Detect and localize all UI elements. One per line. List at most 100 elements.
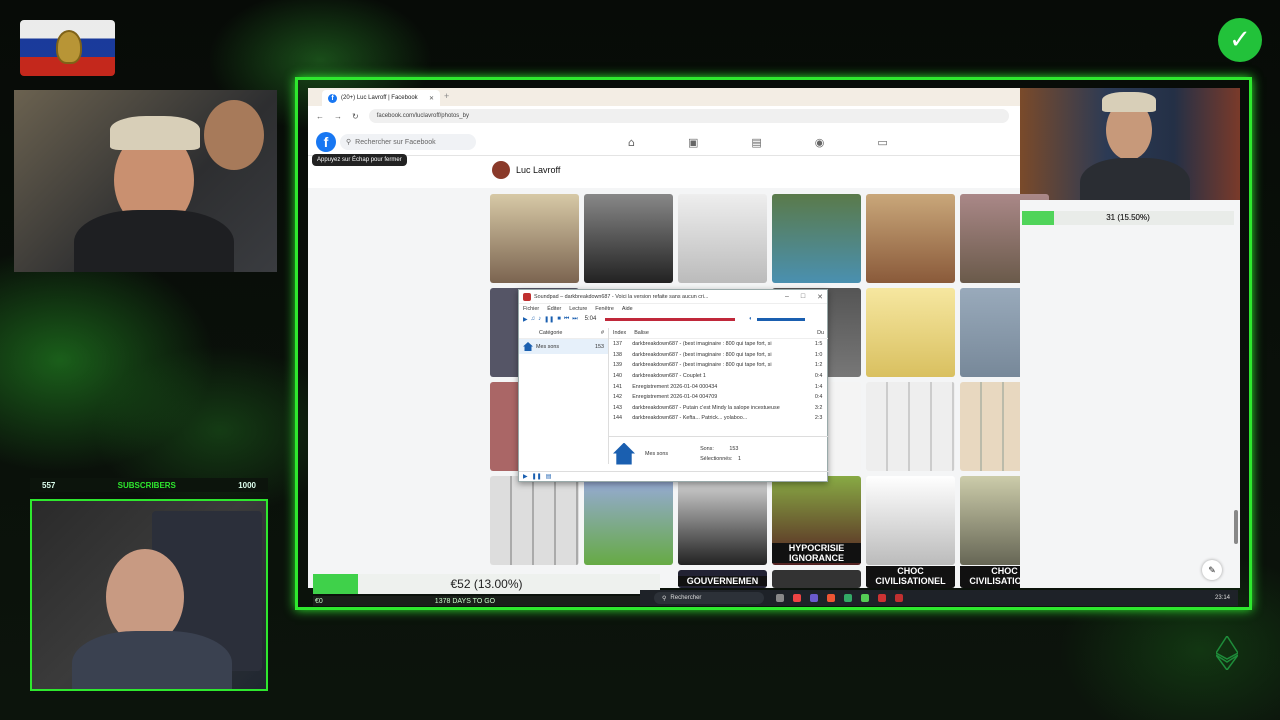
row-duration: 0:4 bbox=[814, 394, 823, 401]
row-name: darkbreakdown687 - Putain c'est Mindy la… bbox=[632, 404, 780, 411]
pause-icon[interactable]: ❚❚ bbox=[532, 473, 542, 480]
soundpad-window: Soundpad – darkbreakdown687 - Voici la v… bbox=[518, 289, 829, 482]
photo-caption: GOUVERNEMEN bbox=[678, 576, 767, 586]
photo-tile[interactable] bbox=[772, 194, 861, 283]
menu-window[interactable]: Fenêtre bbox=[595, 306, 614, 312]
menu-playback[interactable]: Lecture bbox=[569, 306, 587, 312]
photo-caption: CHOC CIVILISATIONEL bbox=[866, 566, 955, 586]
list-icon[interactable]: ▤ bbox=[546, 473, 552, 480]
scrollbar[interactable] bbox=[1234, 510, 1238, 544]
list-item[interactable]: 144 darkbreakdown687 - Kefta... Patrick..… bbox=[609, 413, 828, 424]
play-icon[interactable]: ▶ bbox=[523, 316, 528, 323]
app-icon[interactable] bbox=[844, 594, 852, 602]
windows-taskbar: ⚲ Rechercher 23:14 bbox=[640, 590, 1238, 606]
profile-name[interactable]: Luc Lavroff bbox=[516, 165, 560, 175]
category-item-mes-sons[interactable]: Mes sons 153 bbox=[519, 339, 608, 354]
maximize-icon[interactable]: □ bbox=[801, 293, 805, 301]
edit-icon[interactable]: ✎ bbox=[1202, 560, 1222, 580]
headphones-icon[interactable]: ♫ bbox=[531, 316, 536, 322]
category-name: Mes sons bbox=[536, 343, 560, 350]
webcam-guest-top-left bbox=[14, 90, 277, 272]
facebook-favicon-icon: f bbox=[328, 93, 337, 103]
photo-tile[interactable] bbox=[866, 288, 955, 377]
mic-icon[interactable]: ♪ bbox=[538, 316, 541, 322]
file-explorer-icon[interactable] bbox=[776, 594, 784, 602]
list-item[interactable]: 141 Enregistrement 2026-01-04 000434 1:4 bbox=[609, 381, 828, 392]
photo-tile[interactable] bbox=[584, 476, 673, 565]
soundpad-title: Soundpad – darkbreakdown687 - Voici la v… bbox=[534, 293, 709, 300]
address-input[interactable]: facebook.com/luclavroff/photos_by bbox=[368, 109, 1009, 123]
info-category-name: Mes sons bbox=[645, 450, 669, 457]
donation-goal-text: €52 (13.00%) bbox=[450, 577, 523, 591]
stop-icon[interactable]: ■ bbox=[557, 316, 561, 322]
facebook-navbar: f ⚲ Rechercher sur Facebook ⌂ ▣ ▤ ◉ ▭ bbox=[308, 128, 1020, 156]
brave-icon[interactable] bbox=[793, 594, 801, 602]
taskbar-search[interactable]: ⚲ Rechercher bbox=[654, 592, 764, 604]
previous-icon[interactable]: ⏮ bbox=[564, 316, 569, 323]
home-icon[interactable]: ⌂ bbox=[628, 136, 635, 149]
info-sounds-value: 153 bbox=[729, 445, 739, 452]
photo-tile[interactable]: HYPOCRISIE IGNORANCE bbox=[772, 476, 861, 565]
photo-tile[interactable] bbox=[490, 476, 579, 565]
photo-caption: HYPOCRISIE IGNORANCE bbox=[772, 543, 861, 563]
menu-edit[interactable]: Éditer bbox=[547, 306, 561, 312]
video-icon[interactable]: ▣ bbox=[688, 136, 698, 149]
list-item[interactable]: 138 darkbreakdown687 - (best imaginaire :… bbox=[609, 350, 828, 361]
soundpad-logo-icon bbox=[523, 292, 531, 301]
new-tab-icon[interactable]: + bbox=[444, 91, 449, 101]
play-icon[interactable]: ▶ bbox=[523, 473, 528, 480]
facebook-logo-icon[interactable]: f bbox=[316, 132, 336, 152]
close-icon[interactable]: ✕ bbox=[817, 293, 823, 301]
subscriber-goal-bar: 557 SUBSCRIBERS 1000 bbox=[30, 478, 268, 492]
reload-icon[interactable]: ↻ bbox=[352, 112, 359, 121]
playback-progress[interactable] bbox=[605, 317, 736, 321]
soundpad-statusbar: ▶ ❚❚ ▤ bbox=[519, 471, 829, 481]
row-index: 141 bbox=[613, 383, 622, 390]
row-duration: 2:3 bbox=[814, 415, 823, 422]
forward-icon[interactable]: → bbox=[334, 112, 342, 121]
row-name: Enregistrement 2026-01-04 004709 bbox=[632, 394, 718, 401]
tab-title: (20+) Luc Lavroff | Facebook bbox=[341, 95, 418, 101]
list-item[interactable]: 143 darkbreakdown687 - Putain c'est Mindy… bbox=[609, 403, 828, 414]
play-icon[interactable] bbox=[861, 594, 869, 602]
list-item[interactable]: 140 darkbreakdown687 - Couplet 1 0:4 bbox=[609, 371, 828, 382]
avatar[interactable] bbox=[492, 161, 510, 179]
soundpad-menu: Fichier Éditer Lecture Fenêtre Aide bbox=[519, 304, 827, 313]
groups-icon[interactable]: ◉ bbox=[815, 136, 825, 149]
list-item[interactable]: 137 darkbreakdown687 - (best imaginaire :… bbox=[609, 339, 828, 350]
info-sounds-label: Sons: bbox=[700, 445, 714, 452]
minimize-icon[interactable]: – bbox=[785, 293, 789, 301]
photo-tile[interactable]: CHOC CIVILISATIONEL bbox=[866, 566, 955, 588]
discord-icon[interactable] bbox=[810, 594, 818, 602]
photo-tile[interactable]: GOUVERNEMEN bbox=[678, 570, 767, 588]
photo-tile[interactable] bbox=[584, 194, 673, 283]
list-item[interactable]: 139 darkbreakdown687 - (best imaginaire :… bbox=[609, 360, 828, 371]
photo-tile[interactable] bbox=[866, 476, 955, 565]
gaming-icon[interactable]: ▭ bbox=[877, 136, 887, 149]
close-icon[interactable]: ✕ bbox=[429, 95, 434, 102]
tab-facebook[interactable]: f (20+) Luc Lavroff | Facebook ✕ bbox=[322, 90, 440, 106]
pause-icon[interactable]: ❚❚ bbox=[544, 316, 554, 323]
chrome-icon[interactable] bbox=[827, 594, 835, 602]
photo-tile[interactable] bbox=[866, 382, 955, 471]
taskbar-clock[interactable]: 23:14 bbox=[1215, 595, 1230, 602]
soundpad-icon[interactable] bbox=[895, 594, 903, 602]
photo-tile[interactable] bbox=[678, 194, 767, 283]
photo-tile[interactable] bbox=[490, 194, 579, 283]
photo-tile[interactable] bbox=[678, 476, 767, 565]
tab-bar: f (20+) Luc Lavroff | Facebook ✕ + bbox=[308, 88, 1020, 106]
photo-tile[interactable] bbox=[772, 570, 861, 588]
category-info-panel: Mes sons Sons: 153 Sélectionnés: 1 bbox=[609, 436, 828, 470]
facebook-nav-icons: ⌂ ▣ ▤ ◉ ▭ bbox=[628, 136, 888, 149]
photo-tile[interactable] bbox=[866, 194, 955, 283]
list-item[interactable]: 142 Enregistrement 2026-01-04 004709 0:4 bbox=[609, 392, 828, 403]
next-icon[interactable]: ⏭ bbox=[572, 316, 577, 323]
marketplace-icon[interactable]: ▤ bbox=[751, 136, 761, 149]
back-icon[interactable]: ← bbox=[316, 112, 324, 121]
menu-help[interactable]: Aide bbox=[622, 306, 633, 312]
speaker-icon[interactable]: ◖ bbox=[748, 316, 752, 322]
facebook-search-input[interactable]: ⚲ Rechercher sur Facebook bbox=[340, 134, 476, 150]
obs-icon[interactable] bbox=[878, 594, 886, 602]
volume-slider[interactable] bbox=[756, 317, 805, 321]
menu-file[interactable]: Fichier bbox=[523, 306, 539, 312]
